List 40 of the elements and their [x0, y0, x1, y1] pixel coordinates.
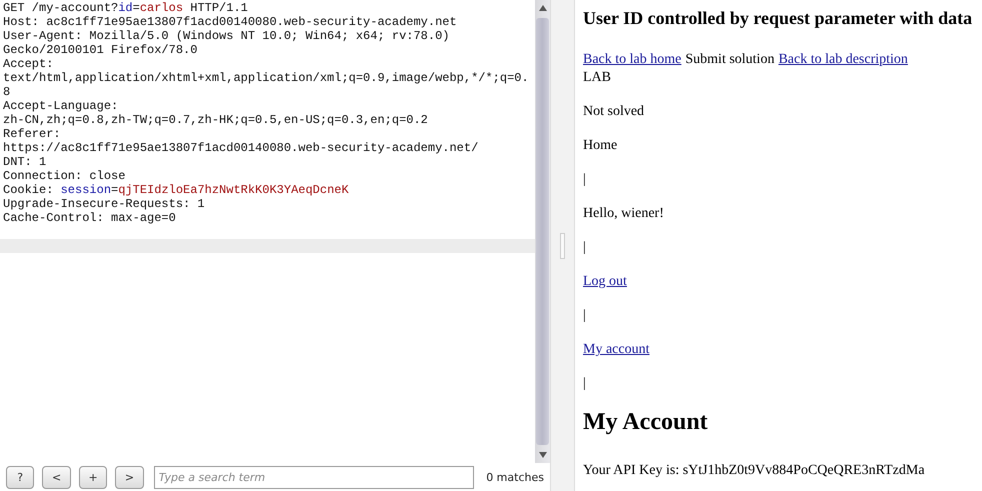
page-text: |: [583, 308, 586, 323]
page-text: |: [583, 376, 586, 391]
request-line: https://ac8c1ff71e95ae13807f1acd00140080.web-security-academy.net/: [3, 141, 478, 155]
page-link[interactable]: Log out: [583, 274, 627, 289]
search-nav-button[interactable]: >: [115, 466, 144, 488]
request-line: text/html,application/xhtml+xml,application/xml;q=0.9,image/webp,*/*;q=0.: [3, 71, 529, 85]
request-line: Connection: close: [3, 169, 126, 183]
search-nav-button[interactable]: ?: [6, 466, 34, 488]
request-line: DNT: 1: [3, 155, 46, 169]
page-link[interactable]: My account: [583, 342, 650, 357]
page-text: Hello, wiener!: [583, 206, 664, 221]
vertical-scrollbar[interactable]: [535, 0, 550, 463]
request-line: Accept-Language:: [3, 99, 118, 113]
match-count: 0 matches: [486, 470, 544, 484]
nav-link[interactable]: Back to lab description: [774, 52, 936, 67]
search-nav-button[interactable]: +: [78, 466, 108, 488]
request-line: zh-CN,zh;q=0.8,zh-TW;q=0.7,zh-HK;q=0.5,en-US;q=0.3,en;q=0.2: [3, 113, 428, 127]
request-line: Accept:: [3, 57, 54, 71]
pane-splitter[interactable]: [550, 0, 575, 491]
request-line: User-Agent: Mozilla/5.0 (Windows NT 10.0; Win64; x64; rv:78.0): [3, 29, 450, 43]
page-text: Home: [583, 138, 618, 153]
page-text: |: [583, 240, 586, 255]
request-line: Cookie: session=qjTEIdzloEa7hzNwtRkK0K3YAeqDcneK: [3, 183, 349, 197]
search-field[interactable]: Type a search term: [154, 466, 474, 488]
page-text: Not solved: [583, 104, 644, 119]
submit-solution-text: Submit solution: [685, 52, 774, 67]
search-nav-button[interactable]: <: [42, 466, 71, 488]
request-line: Gecko/20100101 Firefox/78.0: [3, 43, 198, 57]
request-line: Referer:: [3, 127, 61, 141]
nav-link[interactable]: Back to lab home: [583, 52, 682, 67]
request-line: Upgrade-Insecure-Requests: 1: [3, 197, 205, 211]
lab-title: User ID controlled by request parameter with data: [583, 8, 974, 29]
page-heading: My Account: [583, 409, 709, 436]
page-text: Your API Key is: sYtJ1hbZ0t9Vv884PoCQeQRE3nRTzdMa: [583, 463, 925, 478]
request-line: Cache-Control: max-age=0: [3, 211, 176, 225]
request-line: GET /my-account?id=carlos HTTP/1.1: [3, 1, 248, 15]
page-text: |: [583, 172, 586, 187]
request-line: Host: ac8c1ff71e95ae13807f1acd00140080.web-security-academy.net: [3, 15, 457, 29]
request-line: 8: [3, 85, 10, 99]
page-text: LAB: [583, 70, 611, 85]
